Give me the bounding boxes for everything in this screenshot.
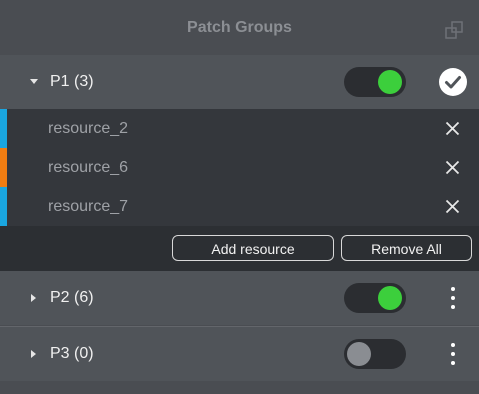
resource-name: resource_7 [48, 198, 129, 215]
resource-actions-bar: Add resource Remove All [0, 226, 479, 271]
kebab-menu-icon[interactable] [448, 340, 458, 368]
list-item: resource_6 [0, 148, 479, 187]
resource-color-marker [0, 148, 7, 187]
caret-down-icon[interactable] [30, 79, 38, 84]
caret-right-icon[interactable] [31, 294, 36, 302]
kebab-menu-icon[interactable] [448, 284, 458, 312]
resource-name: resource_6 [48, 159, 129, 176]
group-enable-toggle[interactable] [344, 67, 406, 97]
toggle-knob [347, 342, 371, 366]
close-icon[interactable] [445, 160, 460, 175]
remove-all-button[interactable]: Remove All [341, 235, 472, 261]
toggle-knob [378, 70, 402, 94]
group-label: P2 (6) [50, 289, 94, 306]
resource-list: resource_2 resource_6 resource_7 [0, 109, 479, 226]
add-resource-button[interactable]: Add resource [172, 235, 334, 261]
resource-color-marker [0, 109, 7, 148]
list-item: resource_7 [0, 187, 479, 226]
checkmark-icon [445, 76, 461, 89]
patch-groups-panel: Patch Groups P1 (3) resource_2 resource_… [0, 0, 479, 394]
group-row-p3[interactable]: P3 (0) [0, 327, 479, 381]
close-icon[interactable] [445, 199, 460, 214]
resource-name: resource_2 [48, 120, 129, 137]
list-item: resource_2 [0, 109, 479, 148]
group-label: P3 (0) [50, 345, 94, 362]
group-label: P1 (3) [50, 73, 94, 90]
popout-window-icon[interactable] [445, 21, 464, 40]
panel-title: Patch Groups [187, 19, 292, 36]
group-enable-toggle[interactable] [344, 283, 406, 313]
group-enable-toggle[interactable] [344, 339, 406, 369]
group-row-p1[interactable]: P1 (3) [0, 55, 479, 109]
caret-right-icon[interactable] [31, 350, 36, 358]
checkmark-circle-icon[interactable] [439, 68, 467, 96]
toggle-knob [378, 286, 402, 310]
panel-header: Patch Groups [0, 0, 479, 57]
close-icon[interactable] [445, 121, 460, 136]
resource-color-marker [0, 187, 7, 226]
group-row-p2[interactable]: P2 (6) [0, 271, 479, 325]
